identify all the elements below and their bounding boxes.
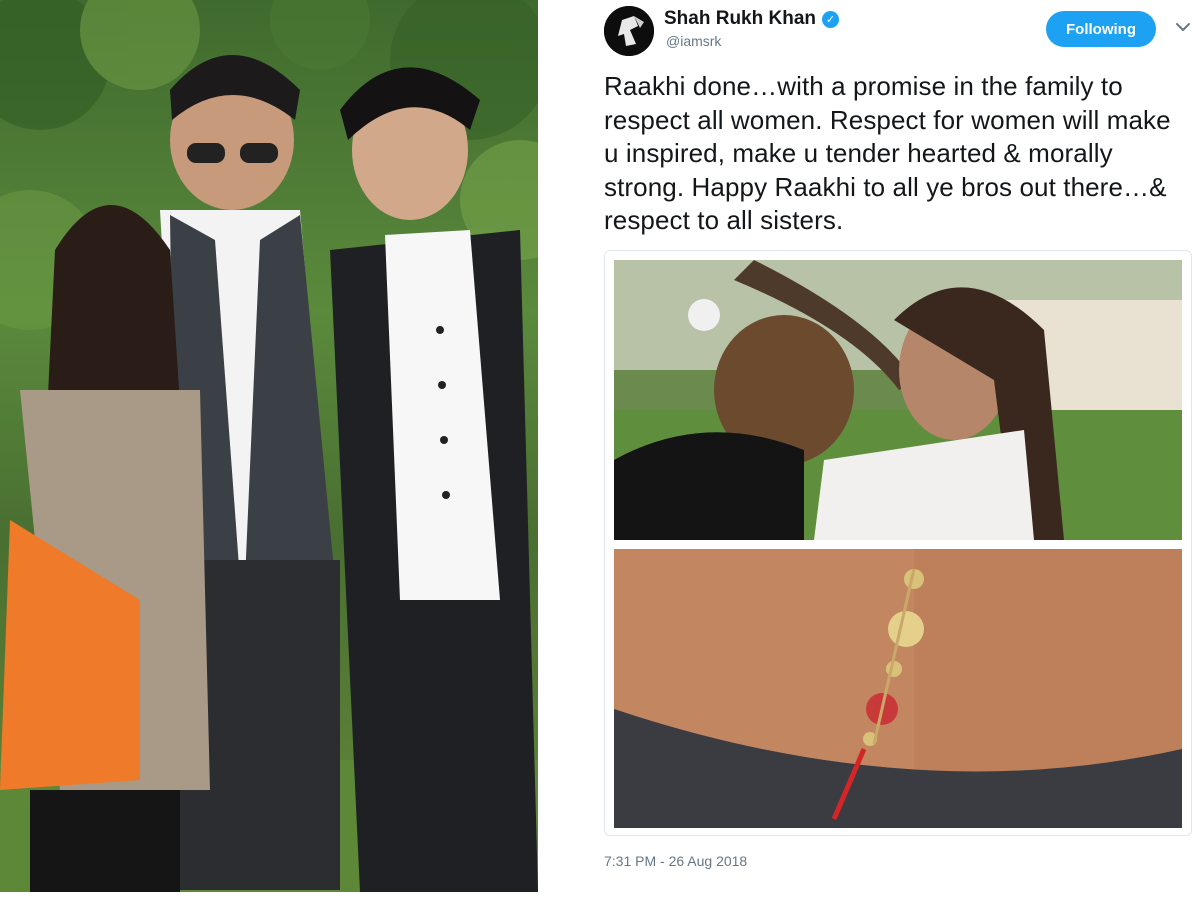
rakhi-wrist-photo-illustration (614, 549, 1182, 828)
tweet-timestamp[interactable]: 7:31 PM - 26 Aug 2018 (604, 853, 747, 869)
following-button[interactable]: Following (1046, 11, 1156, 47)
avatar-icon (604, 6, 654, 56)
chevron-down-icon[interactable] (1174, 18, 1192, 36)
avatar[interactable] (604, 6, 654, 56)
display-name-text: Shah Rukh Khan (664, 8, 817, 29)
handle[interactable]: @iamsrk (666, 33, 721, 49)
siblings-photo-illustration (614, 260, 1182, 540)
family-photo-illustration (0, 0, 538, 892)
tweet-text: Raakhi done…with a promise in the family… (604, 71, 1171, 235)
rakhi-wrist-photo[interactable] (614, 549, 1182, 828)
display-name[interactable]: Shah Rukh Khan ✓ (664, 8, 840, 30)
verified-badge-icon: ✓ (822, 10, 840, 28)
siblings-photo[interactable] (614, 260, 1182, 540)
family-photo (0, 0, 538, 892)
